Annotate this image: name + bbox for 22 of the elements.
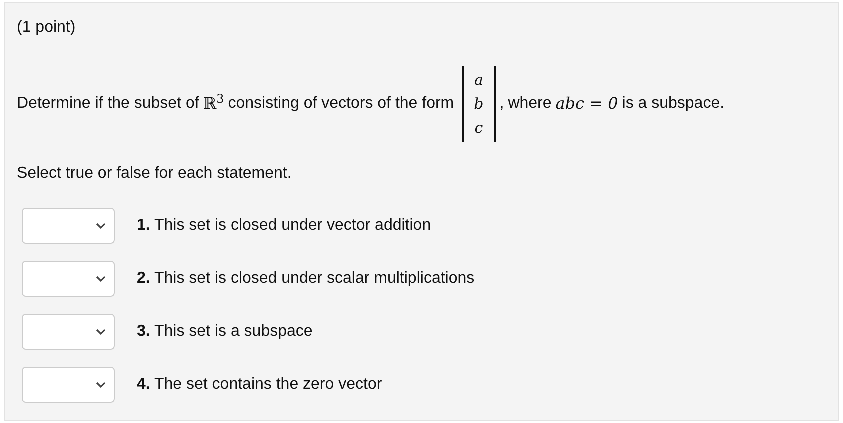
question-text: Determine if the subset of bbox=[17, 94, 200, 114]
instruction-text: Select true or false for each statement. bbox=[17, 164, 292, 184]
statement-text: 4. The set contains the zero vector bbox=[137, 375, 382, 395]
statement-text: 1. This set is closed under vector addition bbox=[137, 216, 432, 236]
answer-dropdown[interactable] bbox=[22, 314, 115, 350]
statement-text: 3. This set is a subspace bbox=[137, 322, 313, 342]
condition-formula: abc = 0 bbox=[556, 93, 618, 115]
statement-text: 2. This set is closed under scalar multiplications bbox=[137, 269, 475, 289]
chevron-down-icon bbox=[96, 329, 106, 335]
answer-dropdown[interactable] bbox=[22, 208, 115, 244]
answer-dropdown[interactable] bbox=[22, 261, 115, 297]
chevron-down-icon bbox=[96, 382, 106, 388]
question-text: is a subspace. bbox=[622, 94, 725, 114]
chevron-down-icon bbox=[96, 276, 106, 282]
comma-text: , bbox=[500, 94, 504, 114]
points-label: (1 point) bbox=[17, 18, 76, 38]
vector-matrix: a b c bbox=[462, 66, 496, 142]
question-text: where bbox=[508, 94, 552, 114]
question-text: consisting of vectors of the form bbox=[228, 94, 454, 114]
set-symbol: ℝ$^{3}$ bbox=[203, 92, 224, 115]
answer-dropdown[interactable] bbox=[22, 367, 115, 403]
chevron-down-icon bbox=[96, 223, 106, 229]
